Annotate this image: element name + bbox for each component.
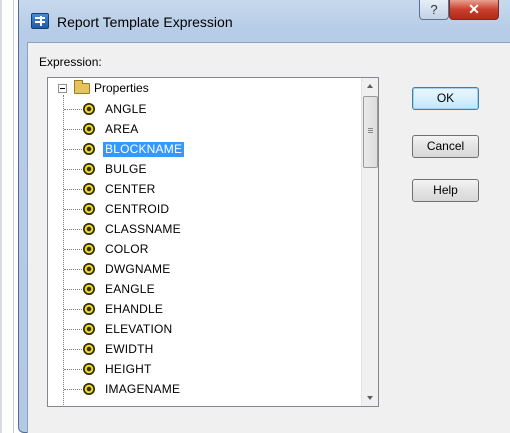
tree-item[interactable]: DWGNAME xyxy=(48,259,361,279)
tree-branch-line xyxy=(64,209,82,210)
property-icon xyxy=(83,123,95,135)
tree-item-label: CENTROID xyxy=(105,202,170,216)
property-icon xyxy=(83,343,95,355)
dialog-body: Expression: Properties ANGLE AREA BLOCKNAM… xyxy=(27,42,510,433)
tree-branch-line xyxy=(64,329,82,330)
tree-item[interactable]: CENTER xyxy=(48,179,361,199)
tree-branch-line xyxy=(64,229,82,230)
tree-item-label: ANGLE xyxy=(105,102,147,116)
scroll-up-arrow-icon[interactable] xyxy=(362,78,378,95)
tree-item-label: COLOR xyxy=(105,242,149,256)
tree-item-label: IMAGENAME xyxy=(105,382,181,396)
tree-branch-line xyxy=(64,189,82,190)
report-template-expression-dialog: Report Template Expression ? ✕ Expressio… xyxy=(18,0,510,433)
app-icon xyxy=(31,13,49,29)
property-icon xyxy=(83,283,95,295)
tree-branch-line xyxy=(64,389,82,390)
tree-content: Properties ANGLE AREA BLOCKNAME BULGE CENTER… xyxy=(48,78,361,406)
tree-branch-line xyxy=(64,369,82,370)
property-icon xyxy=(83,103,95,115)
property-icon xyxy=(83,323,95,335)
property-icon xyxy=(83,143,95,155)
property-icon xyxy=(83,363,95,375)
property-icon xyxy=(83,383,95,395)
tree-branch-line xyxy=(64,149,82,150)
tree-branch-line xyxy=(64,269,82,270)
dialog-title: Report Template Expression xyxy=(57,14,233,30)
tree-item-label: CENTER xyxy=(105,182,156,196)
close-button[interactable]: ✕ xyxy=(449,0,499,20)
ok-button[interactable]: OK xyxy=(412,87,479,110)
property-icon xyxy=(83,303,95,315)
tree-item[interactable]: COLOR xyxy=(48,239,361,259)
close-icon: ✕ xyxy=(468,1,480,17)
tree-branch-line xyxy=(64,169,82,170)
tree-item[interactable]: EWIDTH xyxy=(48,339,361,359)
tree-branch-line xyxy=(64,349,82,350)
tree-item[interactable]: ELEVATION xyxy=(48,319,361,339)
tree-item[interactable]: HEIGHT xyxy=(48,359,361,379)
property-icon xyxy=(83,263,95,275)
vertical-scrollbar[interactable] xyxy=(361,78,378,406)
context-help-button[interactable]: ? xyxy=(419,0,449,20)
tree-root-properties[interactable]: Properties xyxy=(94,81,149,95)
help-button[interactable]: Help xyxy=(412,179,479,202)
property-icon xyxy=(83,243,95,255)
expression-tree[interactable]: Properties ANGLE AREA BLOCKNAME BULGE CENTER… xyxy=(47,77,379,407)
tree-item-label: AREA xyxy=(105,122,139,136)
tree-item[interactable]: BLOCKNAME xyxy=(48,139,361,159)
collapse-toggle-icon[interactable] xyxy=(58,84,67,93)
tree-branch-line xyxy=(64,289,82,290)
tree-item[interactable]: IMAGENAME xyxy=(48,379,361,399)
tree-branch-line xyxy=(64,109,82,110)
tree-item-label: DWGNAME xyxy=(105,262,171,276)
property-icon xyxy=(83,223,95,235)
title-bar[interactable]: Report Template Expression ? ✕ xyxy=(19,0,510,42)
tree-item-label: EHANDLE xyxy=(105,302,164,316)
tree-item-label: BLOCKNAME xyxy=(103,142,185,157)
background-divider xyxy=(13,0,14,433)
tree-item-label: ELEVATION xyxy=(105,322,173,336)
tree-item-label: CLASSNAME xyxy=(105,222,181,236)
tree-item-label: EANGLE xyxy=(105,282,155,296)
tree-item-label: BULGE xyxy=(105,162,147,176)
scroll-thumb[interactable] xyxy=(363,96,378,168)
property-icon xyxy=(83,183,95,195)
scroll-down-arrow-icon[interactable] xyxy=(362,389,378,406)
cancel-button[interactable]: Cancel xyxy=(412,135,479,158)
tree-item-label: EWIDTH xyxy=(105,342,154,356)
tree-item[interactable]: BULGE xyxy=(48,159,361,179)
tree-item-label: HEIGHT xyxy=(105,362,152,376)
tree-item[interactable]: CLASSNAME xyxy=(48,219,361,239)
tree-item[interactable]: CENTROID xyxy=(48,199,361,219)
tree-branch-line xyxy=(64,309,82,310)
tree-item[interactable]: AREA xyxy=(48,119,361,139)
tree-branch-line xyxy=(64,129,82,130)
expression-label: Expression: xyxy=(39,55,102,69)
property-icon xyxy=(83,163,95,175)
property-icon xyxy=(83,203,95,215)
tree-branch-line xyxy=(64,249,82,250)
background-app-edge xyxy=(0,0,20,433)
tree-item[interactable]: ANGLE xyxy=(48,99,361,119)
open-folder-icon xyxy=(74,80,90,94)
tree-item[interactable]: EHANDLE xyxy=(48,299,361,319)
background-divider xyxy=(0,0,2,433)
tree-item[interactable]: EANGLE xyxy=(48,279,361,299)
question-mark-icon: ? xyxy=(430,2,438,17)
